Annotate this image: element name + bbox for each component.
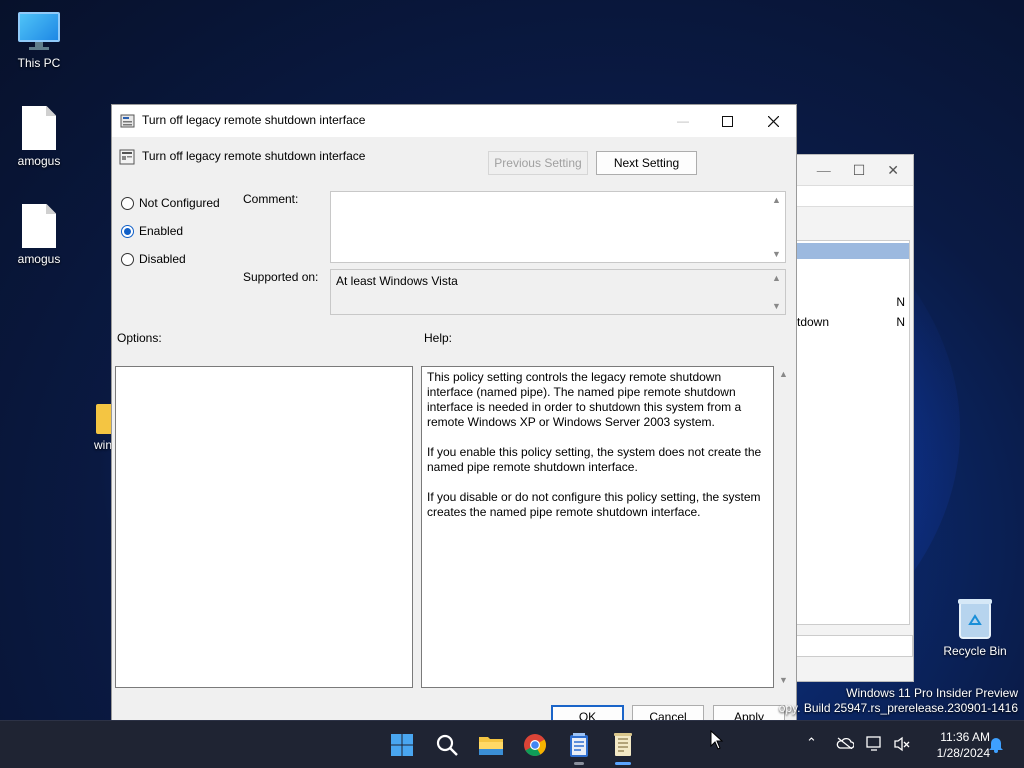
close-button[interactable] [750,105,796,137]
search-icon [436,734,458,756]
desktop-icon-amogus-1[interactable]: amogus [4,106,74,168]
windows-start-icon [391,734,413,756]
list-item[interactable]: tdown N [797,315,909,333]
file-explorer-button[interactable] [477,731,505,759]
running-indicator [574,762,584,765]
scroll-up-icon[interactable]: ▲ [772,195,781,205]
background-window-statusbar [796,635,913,657]
policy-editor-icon [614,733,632,756]
supported-on-field: At least Windows Vista ▲ ▼ [330,269,786,315]
dialog-titlebar[interactable]: Turn off legacy remote shutdown interfac… [112,105,796,137]
background-window[interactable]: — ☐ ✕ N tdown N [795,154,914,682]
help-paragraph: This policy setting controls the legacy … [427,370,742,429]
notepad-icon [570,733,588,757]
taskbar: ⌃ 11:36 AM 1/28/2024 [0,720,1024,768]
chrome-icon [524,734,546,756]
policy-app-icon [120,114,135,128]
maximize-button[interactable] [704,105,750,137]
comment-label: Comment: [243,192,299,206]
policy-title: Turn off legacy remote shutdown interfac… [142,149,366,163]
radio-label: Disabled [139,252,186,266]
desktop-icon-this-pc[interactable]: This PC [4,12,74,70]
scroll-up-icon[interactable]: ▲ [772,273,781,283]
selected-row-highlight [797,243,909,259]
start-button[interactable] [388,731,416,759]
desktop-icon-amogus-2[interactable]: amogus [4,204,74,266]
file-explorer-icon [479,737,503,755]
scroll-down-icon[interactable]: ▼ [779,675,788,685]
search-button[interactable] [433,731,461,759]
file-icon [22,204,56,248]
supported-scrollbar[interactable]: ▲ ▼ [769,270,785,314]
background-window-toolbar [796,185,913,207]
onedrive-cloud-icon[interactable] [836,737,855,752]
next-setting-button[interactable]: Next Setting [596,151,697,175]
recycle-bin-icon [958,599,992,639]
taskbar-clock[interactable]: 11:36 AM 1/28/2024 [918,729,990,761]
mouse-cursor-icon [710,730,724,750]
radio-label: Enabled [139,224,184,238]
scroll-up-icon[interactable]: ▲ [779,369,788,379]
help-label: Help: [424,331,453,345]
help-paragraph: If you enable this policy setting, the s… [427,445,762,474]
notepad-button[interactable] [565,731,593,765]
radio-disabled[interactable]: Disabled [121,252,186,266]
watermark-line-2: opy. Build 25947.rs_prerelease.230901-14… [778,701,1018,715]
help-scrollbar[interactable]: ▲ ▼ [776,366,792,688]
window-title: Turn off legacy remote shutdown interfac… [142,113,366,127]
help-paragraph: If you disable or do not configure this … [427,490,761,519]
radio-not-configured[interactable]: Not Configured [121,196,220,210]
radio-label: Not Configured [139,196,220,210]
options-label: Options: [117,331,162,345]
network-icon[interactable] [866,736,884,755]
policy-editor-button[interactable] [609,731,637,765]
chrome-button[interactable] [521,731,549,759]
minimize-icon: — [677,114,689,128]
list-item[interactable]: N [797,295,909,313]
desktop-icon-label: amogus [17,252,61,266]
active-indicator [615,762,631,765]
radio-circle[interactable] [121,196,134,210]
monitor-icon [18,12,60,52]
background-window-list: N tdown N [796,240,910,625]
minimize-button[interactable]: — [660,105,706,137]
desktop-icon-label: This PC [17,56,61,70]
desktop-icon-label: Recycle Bin [943,644,1007,658]
clock-time: 11:36 AM [940,730,990,744]
close-icon [767,115,779,127]
file-icon [22,106,56,150]
maximize-icon[interactable]: ☐ [853,162,866,179]
comment-scrollbar[interactable]: ▲ ▼ [769,192,785,262]
maximize-icon [721,115,733,127]
radio-circle[interactable] [121,252,134,266]
minimize-icon[interactable]: — [817,162,831,178]
comment-field[interactable]: ▲ ▼ [330,191,786,263]
options-panel [115,366,413,688]
desktop-icon-recycle-bin[interactable]: Recycle Bin [940,596,1010,658]
volume-muted-icon[interactable] [893,736,911,755]
close-icon[interactable]: ✕ [887,162,899,179]
desktop-icon-label: win [94,438,113,452]
radio-enabled[interactable]: Enabled [121,224,183,238]
radio-circle-selected[interactable] [121,224,134,238]
policy-setting-dialog: Turn off legacy remote shutdown interfac… [111,104,797,729]
watermark-line-1: Windows 11 Pro Insider Preview [846,686,1018,700]
desktop-icon-label: amogus [17,154,61,168]
scroll-down-icon[interactable]: ▼ [772,249,781,259]
policy-setting-icon [119,149,135,165]
clock-date: 1/28/2024 [936,746,990,760]
supported-on-label: Supported on: [243,270,319,284]
help-panel: This policy setting controls the legacy … [421,366,774,688]
scroll-down-icon[interactable]: ▼ [772,301,781,311]
chevron-up-icon[interactable]: ⌃ [806,735,817,751]
notification-bell-icon[interactable] [988,735,1004,756]
previous-setting-button[interactable]: Previous Setting [488,151,588,175]
background-window-titlebar: — ☐ ✕ [796,155,913,185]
